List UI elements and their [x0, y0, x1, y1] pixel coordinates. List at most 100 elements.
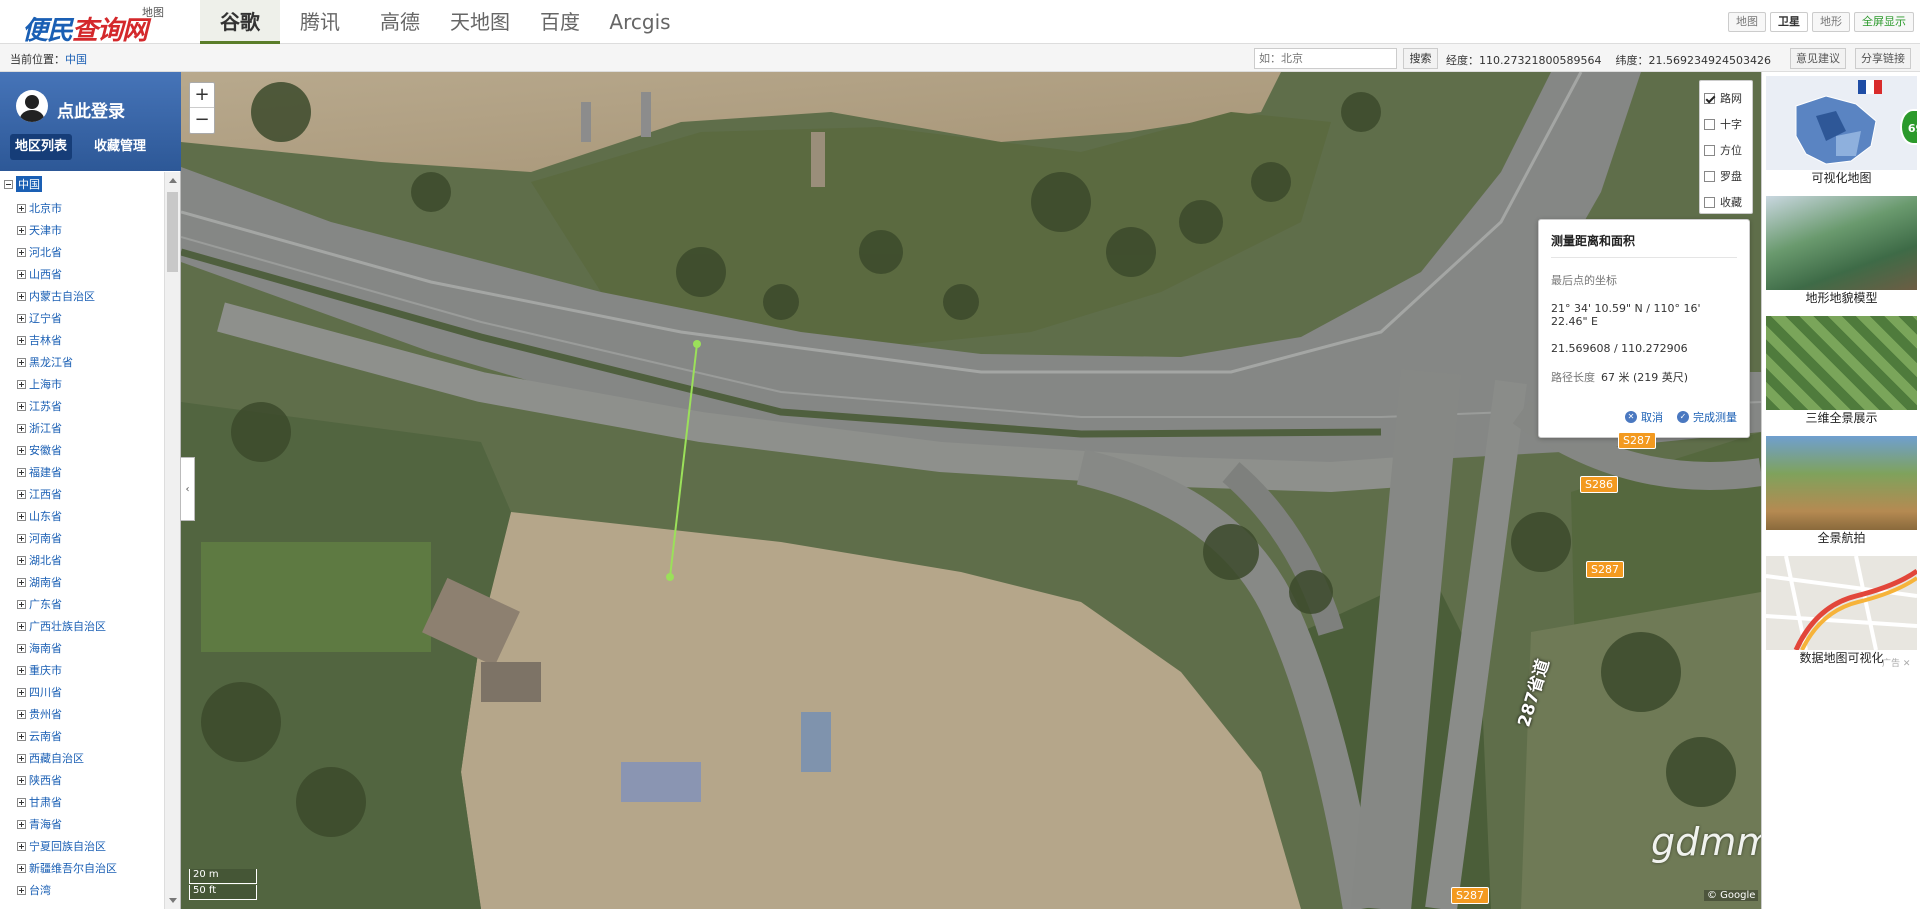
expand-icon[interactable]	[17, 313, 26, 323]
tab-google[interactable]: 谷歌	[200, 0, 280, 44]
tree-item-label[interactable]: 宁夏回族自治区	[29, 838, 106, 854]
tree-item-label[interactable]: 安徽省	[29, 442, 62, 458]
tree-item-label[interactable]: 台湾	[29, 882, 51, 898]
layer-orientation[interactable]: 方位	[1704, 137, 1748, 163]
tree-item[interactable]: 广东省	[17, 597, 62, 611]
tree-item-label[interactable]: 湖南省	[29, 574, 62, 590]
tree-item[interactable]: 山东省	[17, 509, 62, 523]
checkbox-icon[interactable]	[1704, 170, 1715, 182]
finish-measure-button[interactable]: ✓ 完成测量	[1677, 409, 1737, 425]
expand-icon[interactable]	[17, 269, 26, 279]
checkbox-icon[interactable]	[1704, 144, 1715, 156]
tree-item-label[interactable]: 河北省	[29, 244, 62, 260]
tree-item-label[interactable]: 新疆维吾尔自治区	[29, 860, 117, 876]
tree-item[interactable]: 江苏省	[17, 399, 62, 413]
tree-item[interactable]: 湖北省	[17, 553, 62, 567]
expand-icon[interactable]	[17, 379, 26, 389]
tab-tianditu[interactable]: 天地图	[440, 0, 520, 44]
tree-item-label[interactable]: 江苏省	[29, 398, 62, 414]
search-input[interactable]	[1254, 48, 1397, 69]
tree-item-label[interactable]: 上海市	[29, 376, 62, 392]
tab-tencent[interactable]: 腾讯	[280, 0, 360, 44]
tree-item[interactable]: 青海省	[17, 817, 62, 831]
expand-icon[interactable]	[17, 357, 26, 367]
tree-item[interactable]: 江西省	[17, 487, 62, 501]
expand-icon[interactable]	[17, 203, 26, 213]
tab-gaode[interactable]: 高德	[360, 0, 440, 44]
map-button[interactable]: 地图	[1728, 12, 1766, 32]
tree-item-label[interactable]: 湖北省	[29, 552, 62, 568]
tree-item-label[interactable]: 内蒙古自治区	[29, 288, 95, 304]
satellite-map[interactable]: + − ‹ 路网 十字 方位 罗盘 收藏 测量距离和面积 最后点的坐标 21° …	[181, 72, 1761, 909]
expand-icon[interactable]	[17, 775, 26, 785]
layer-compass[interactable]: 罗盘	[1704, 163, 1748, 189]
expand-icon[interactable]	[17, 797, 26, 807]
expand-icon[interactable]	[17, 511, 26, 521]
card-visual-map[interactable]: 69 可视化地图	[1766, 76, 1917, 188]
expand-icon[interactable]	[17, 841, 26, 851]
expand-icon[interactable]	[17, 401, 26, 411]
tree-item[interactable]: 黑龙江省	[17, 355, 73, 369]
tree-item[interactable]: 宁夏回族自治区	[17, 839, 106, 853]
tree-item-label[interactable]: 山东省	[29, 508, 62, 524]
layer-roadnet[interactable]: 路网	[1704, 85, 1748, 111]
tree-item[interactable]: 四川省	[17, 685, 62, 699]
tree-item[interactable]: 广西壮族自治区	[17, 619, 106, 633]
expand-icon[interactable]	[17, 577, 26, 587]
expand-icon[interactable]	[17, 709, 26, 719]
tree-item[interactable]: 吉林省	[17, 333, 62, 347]
checkbox-icon[interactable]	[1704, 196, 1715, 208]
expand-icon[interactable]	[17, 885, 26, 895]
checkbox-icon[interactable]	[1704, 92, 1715, 104]
tree-item[interactable]: 甘肃省	[17, 795, 62, 809]
tree-item-label[interactable]: 吉林省	[29, 332, 62, 348]
expand-icon[interactable]	[17, 489, 26, 499]
expand-icon[interactable]	[17, 599, 26, 609]
terrain-button[interactable]: 地形	[1812, 12, 1850, 32]
tree-item[interactable]: 浙江省	[17, 421, 62, 435]
tree-root[interactable]: 中国	[4, 176, 42, 192]
tree-item-label[interactable]: 西藏自治区	[29, 750, 84, 766]
expand-icon[interactable]	[17, 643, 26, 653]
expand-icon[interactable]	[17, 687, 26, 697]
zoom-in-button[interactable]: +	[190, 83, 214, 108]
tree-item[interactable]: 安徽省	[17, 443, 62, 457]
tree-item-label[interactable]: 河南省	[29, 530, 62, 546]
zoom-out-button[interactable]: −	[190, 108, 214, 133]
search-button[interactable]: 搜索	[1403, 48, 1438, 69]
tree-item[interactable]: 上海市	[17, 377, 62, 391]
expand-icon[interactable]	[17, 863, 26, 873]
expand-icon[interactable]	[17, 753, 26, 763]
feedback-button[interactable]: 意见建议	[1790, 48, 1846, 69]
expand-icon[interactable]	[17, 291, 26, 301]
tree-item-label[interactable]: 山西省	[29, 266, 62, 282]
login-link[interactable]: 点此登录	[57, 97, 125, 122]
scroll-down-arrow-icon[interactable]	[169, 898, 177, 903]
tab-arcgis[interactable]: Arcgis	[600, 0, 680, 44]
expand-icon[interactable]	[17, 665, 26, 675]
tree-item[interactable]: 天津市	[17, 223, 62, 237]
sidebar-collapse-button[interactable]: ‹	[181, 457, 195, 521]
expand-icon[interactable]	[17, 621, 26, 631]
tree-item-label[interactable]: 广东省	[29, 596, 62, 612]
tree-item-label[interactable]: 江西省	[29, 486, 62, 502]
tree-item-label[interactable]: 天津市	[29, 222, 62, 238]
tree-item-label[interactable]: 四川省	[29, 684, 62, 700]
tree-item-label[interactable]: 浙江省	[29, 420, 62, 436]
tab-favorites[interactable]: 收藏管理	[89, 134, 151, 160]
tree-item[interactable]: 重庆市	[17, 663, 62, 677]
tab-region-list[interactable]: 地区列表	[10, 134, 73, 160]
tree-item-label[interactable]: 辽宁省	[29, 310, 62, 326]
expand-icon[interactable]	[17, 819, 26, 829]
satellite-button[interactable]: 卫星	[1770, 12, 1808, 32]
tree-item-label[interactable]: 重庆市	[29, 662, 62, 678]
tree-item[interactable]: 新疆维吾尔自治区	[17, 861, 117, 875]
tree-item[interactable]: 贵州省	[17, 707, 62, 721]
card-aerial-panorama[interactable]: 全景航拍	[1766, 436, 1917, 548]
tree-item-label[interactable]: 青海省	[29, 816, 62, 832]
avatar[interactable]	[16, 90, 48, 122]
tree-item[interactable]: 辽宁省	[17, 311, 62, 325]
tree-item-label[interactable]: 广西壮族自治区	[29, 618, 106, 634]
card-data-visualization[interactable]: 数据地图可视化	[1766, 556, 1917, 668]
expand-icon[interactable]	[17, 445, 26, 455]
